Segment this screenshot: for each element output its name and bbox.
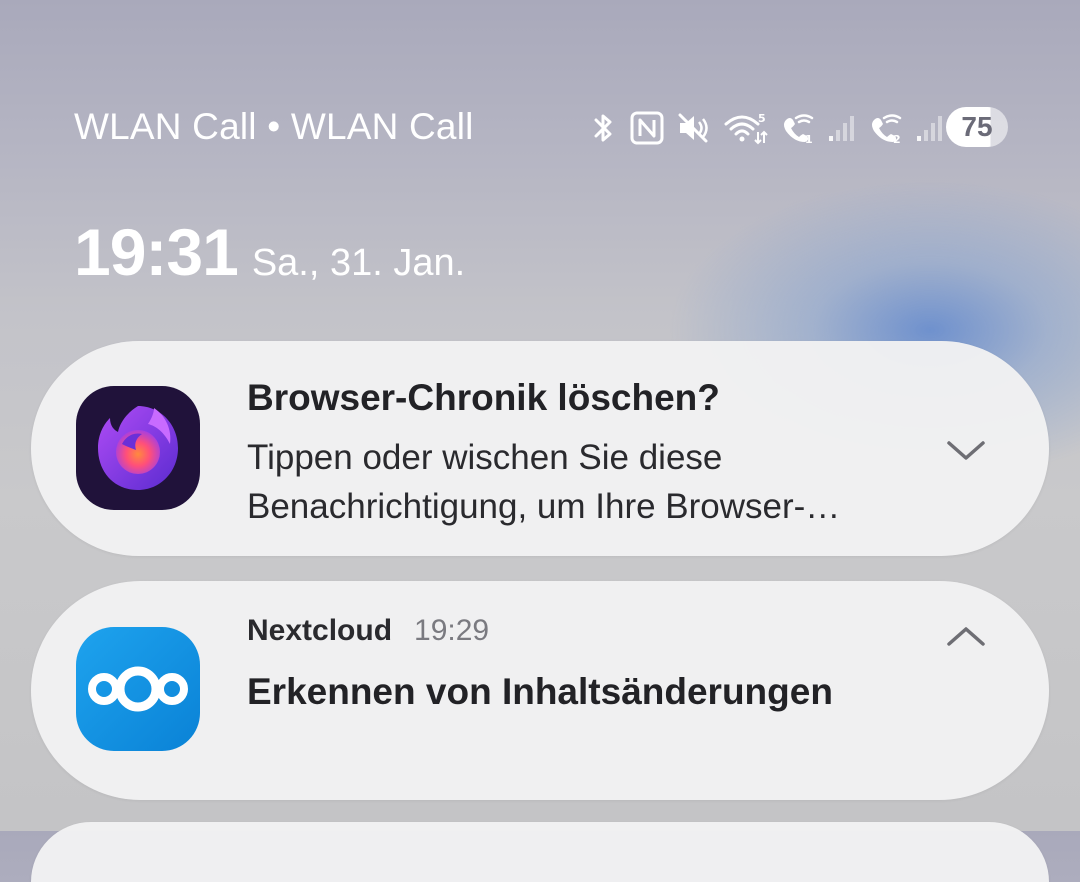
app-name: Nextcloud xyxy=(247,614,393,647)
expand-button[interactable] xyxy=(943,435,989,465)
notification-body: Tippen oder wischen Sie diese Benachrich… xyxy=(247,438,841,526)
lockscreen-clock-row: 19:31 Sa., 31. Jan. xyxy=(74,214,465,294)
signal-1-icon xyxy=(829,116,854,141)
signal-2-icon xyxy=(917,116,942,141)
wifi-call-1-icon: 1 xyxy=(784,114,814,146)
mute-icon xyxy=(678,113,708,143)
chevron-down-icon xyxy=(947,441,985,460)
collapse-button[interactable] xyxy=(943,621,989,651)
firefox-focus-icon xyxy=(76,386,200,510)
clock-date: Sa., 31. Jan. xyxy=(251,242,466,284)
battery-level: 75 xyxy=(961,111,993,142)
notification-browser-history[interactable]: Browser-Chronik löschen? Tippen oder wis… xyxy=(31,341,1049,556)
wifi-icon: 5 xyxy=(724,112,768,145)
notification-meta: Nextcloud 19:29 xyxy=(247,614,489,648)
notification-title: Browser-Chronik löschen? xyxy=(247,377,720,418)
status-icons: 5 1 2 xyxy=(588,108,944,148)
notification-time: 19:29 xyxy=(414,614,490,647)
wifi-badge: 5 xyxy=(758,112,766,125)
sim1-badge: 1 xyxy=(805,133,813,146)
notification-partial[interactable] xyxy=(31,822,1049,882)
sim2-badge: 2 xyxy=(893,133,901,146)
status-bar: WLAN Call • WLAN Call 5 1 2 75 xyxy=(0,100,1080,156)
wifi-call-2-icon: 2 xyxy=(872,114,902,146)
nfc-icon xyxy=(630,111,664,145)
battery-indicator: 75 xyxy=(946,107,1008,147)
chevron-up-icon xyxy=(947,627,985,646)
clock-time: 19:31 xyxy=(74,215,239,289)
carrier-label: WLAN Call • WLAN Call xyxy=(74,106,474,147)
notification-nextcloud[interactable]: Nextcloud 19:29 Erkennen von Inhaltsänder… xyxy=(31,581,1049,800)
nextcloud-icon xyxy=(76,627,200,751)
notification-title: Erkennen von Inhaltsänderungen xyxy=(247,671,833,712)
bluetooth-icon xyxy=(594,114,612,142)
